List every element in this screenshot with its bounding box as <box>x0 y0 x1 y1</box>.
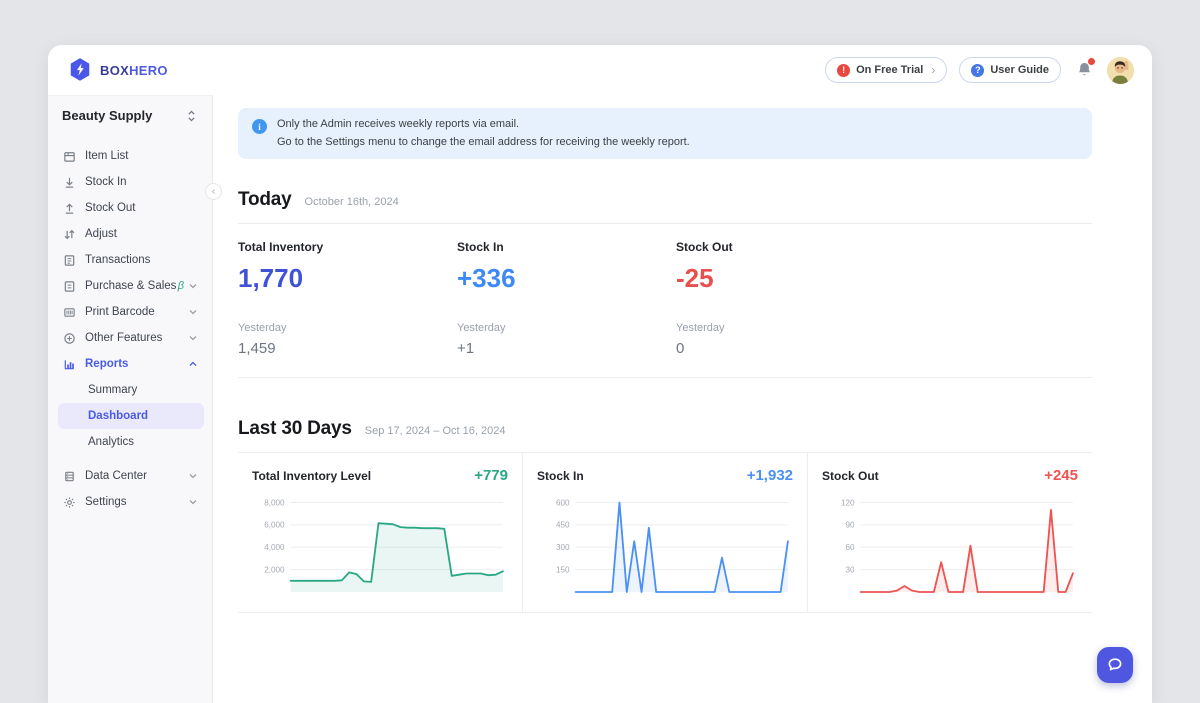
bar-chart-icon <box>62 357 76 371</box>
chevron-down-icon <box>188 281 198 291</box>
sidebar-item-analytics[interactable]: Analytics <box>58 429 204 455</box>
stock-in-yesterday: +1 <box>457 340 676 357</box>
today-stats: Total Inventory 1,770 Yesterday 1,459 St… <box>238 224 1092 377</box>
stat-total-inventory: Total Inventory 1,770 Yesterday 1,459 <box>238 240 457 357</box>
sidebar-item-data-center[interactable]: Data Center <box>58 463 204 489</box>
logo-wordmark: BOXHERO <box>100 63 168 78</box>
chevron-down-icon <box>188 307 198 317</box>
stat-stock-in: Stock In +336 Yesterday +1 <box>457 240 676 357</box>
banner-line-2: Go to the Settings menu to change the em… <box>277 134 690 152</box>
app-window: BOXHERO ! On Free Trial › ? User Guide <box>48 45 1152 703</box>
dashboard-main: i Only the Admin receives weekly reports… <box>213 95 1152 703</box>
sidebar-item-transactions[interactable]: Transactions <box>58 247 204 273</box>
svg-text:8,000: 8,000 <box>264 499 285 508</box>
boxhero-hexagon-icon <box>68 57 92 83</box>
sort-arrows-icon <box>187 110 196 122</box>
sidebar-item-stock-in[interactable]: Stock In <box>58 169 204 195</box>
alert-icon: ! <box>837 64 850 77</box>
chevron-down-icon <box>188 333 198 343</box>
support-chat-button[interactable] <box>1097 647 1133 683</box>
database-icon <box>62 469 76 483</box>
sidebar-item-purchase-sales[interactable]: Purchase & Sales β <box>58 273 204 299</box>
svg-text:300: 300 <box>556 543 570 552</box>
sidebar-item-reports[interactable]: Reports <box>58 351 204 377</box>
top-bar: BOXHERO ! On Free Trial › ? User Guide <box>48 45 1152 95</box>
beta-badge: β <box>178 280 184 292</box>
info-icon: i <box>252 119 267 134</box>
boxhero-logo: BOXHERO <box>68 57 168 83</box>
svg-text:450: 450 <box>556 521 570 530</box>
sidebar-item-print-barcode[interactable]: Print Barcode <box>58 299 204 325</box>
svg-text:4,000: 4,000 <box>264 543 285 552</box>
today-section-title: Today <box>238 189 292 211</box>
chevron-right-icon: › <box>931 64 935 76</box>
total-inventory-value: 1,770 <box>238 263 457 294</box>
svg-text:60: 60 <box>845 543 855 552</box>
banner-line-1: Only the Admin receives weekly reports v… <box>277 116 690 134</box>
question-icon: ? <box>971 64 984 77</box>
divider <box>238 377 1092 378</box>
sidebar-item-stock-out[interactable]: Stock Out <box>58 195 204 221</box>
user-avatar[interactable] <box>1107 57 1134 84</box>
chat-bubble-icon <box>1106 656 1124 674</box>
inventory-change-value: +779 <box>474 467 508 484</box>
svg-text:150: 150 <box>556 566 570 575</box>
sidebar-item-other-features[interactable]: Other Features <box>58 325 204 351</box>
last30-charts-row: Total Inventory Level +779 2,0004,0006,0… <box>238 452 1092 613</box>
arrow-up-from-line-icon <box>62 201 76 215</box>
chart-total-inventory-level: Total Inventory Level +779 2,0004,0006,0… <box>238 453 522 612</box>
sidebar: Beauty Supply Item List Stock In Stock O… <box>48 95 213 703</box>
stock-in-change-value: +1,932 <box>747 467 793 484</box>
user-guide-button[interactable]: ? User Guide <box>959 57 1061 83</box>
sidebar-item-dashboard[interactable]: Dashboard <box>58 403 204 429</box>
stat-stock-out: Stock Out -25 Yesterday 0 <box>676 240 895 357</box>
notification-badge <box>1087 57 1096 66</box>
stock-out-yesterday: 0 <box>676 340 895 357</box>
weekly-report-banner: i Only the Admin receives weekly reports… <box>238 108 1092 159</box>
arrow-down-to-line-icon <box>62 175 76 189</box>
svg-text:6,000: 6,000 <box>264 521 285 530</box>
sidebar-item-settings[interactable]: Settings <box>58 489 204 515</box>
stock-out-area-chart: 30 60 90 120 <box>822 488 1078 602</box>
workspace-selector[interactable]: Beauty Supply <box>48 108 212 123</box>
today-date: October 16th, 2024 <box>305 196 399 208</box>
last30-section-title: Last 30 Days <box>238 418 352 440</box>
barcode-icon <box>62 305 76 319</box>
sidebar-collapse-button[interactable]: ‹ <box>205 183 222 200</box>
stock-in-value: +336 <box>457 263 676 294</box>
sidebar-item-adjust[interactable]: Adjust <box>58 221 204 247</box>
free-trial-button[interactable]: ! On Free Trial › <box>825 57 947 83</box>
last30-date-range: Sep 17, 2024 – Oct 16, 2024 <box>365 425 506 437</box>
box-icon <box>62 149 76 163</box>
chart-stock-out: Stock Out +245 306090120 <box>807 453 1092 612</box>
total-inventory-yesterday: 1,459 <box>238 340 457 357</box>
chevron-down-icon <box>188 497 198 507</box>
stock-in-area-chart: 150 300 450 600 <box>537 488 793 602</box>
svg-text:120: 120 <box>841 499 855 508</box>
sidebar-item-summary[interactable]: Summary <box>58 377 204 403</box>
document-icon <box>62 279 76 293</box>
chart-stock-in: Stock In +1,932 150300450600 <box>522 453 807 612</box>
svg-text:2,000: 2,000 <box>264 566 285 575</box>
svg-text:90: 90 <box>845 521 855 530</box>
svg-text:30: 30 <box>845 566 855 575</box>
total-inventory-area-chart: 2,000 4,000 6,000 8,000 <box>252 488 508 602</box>
plus-circle-icon <box>62 331 76 345</box>
notifications-button[interactable] <box>1073 59 1095 81</box>
svg-text:600: 600 <box>556 499 570 508</box>
chevron-down-icon <box>188 471 198 481</box>
chevron-up-icon <box>188 359 198 369</box>
swap-arrows-icon <box>62 227 76 241</box>
gear-icon <box>62 495 76 509</box>
stock-out-value: -25 <box>676 263 895 294</box>
stock-out-change-value: +245 <box>1044 467 1078 484</box>
workspace-name: Beauty Supply <box>62 108 152 123</box>
receipt-icon <box>62 253 76 267</box>
sidebar-item-item-list[interactable]: Item List <box>58 143 204 169</box>
